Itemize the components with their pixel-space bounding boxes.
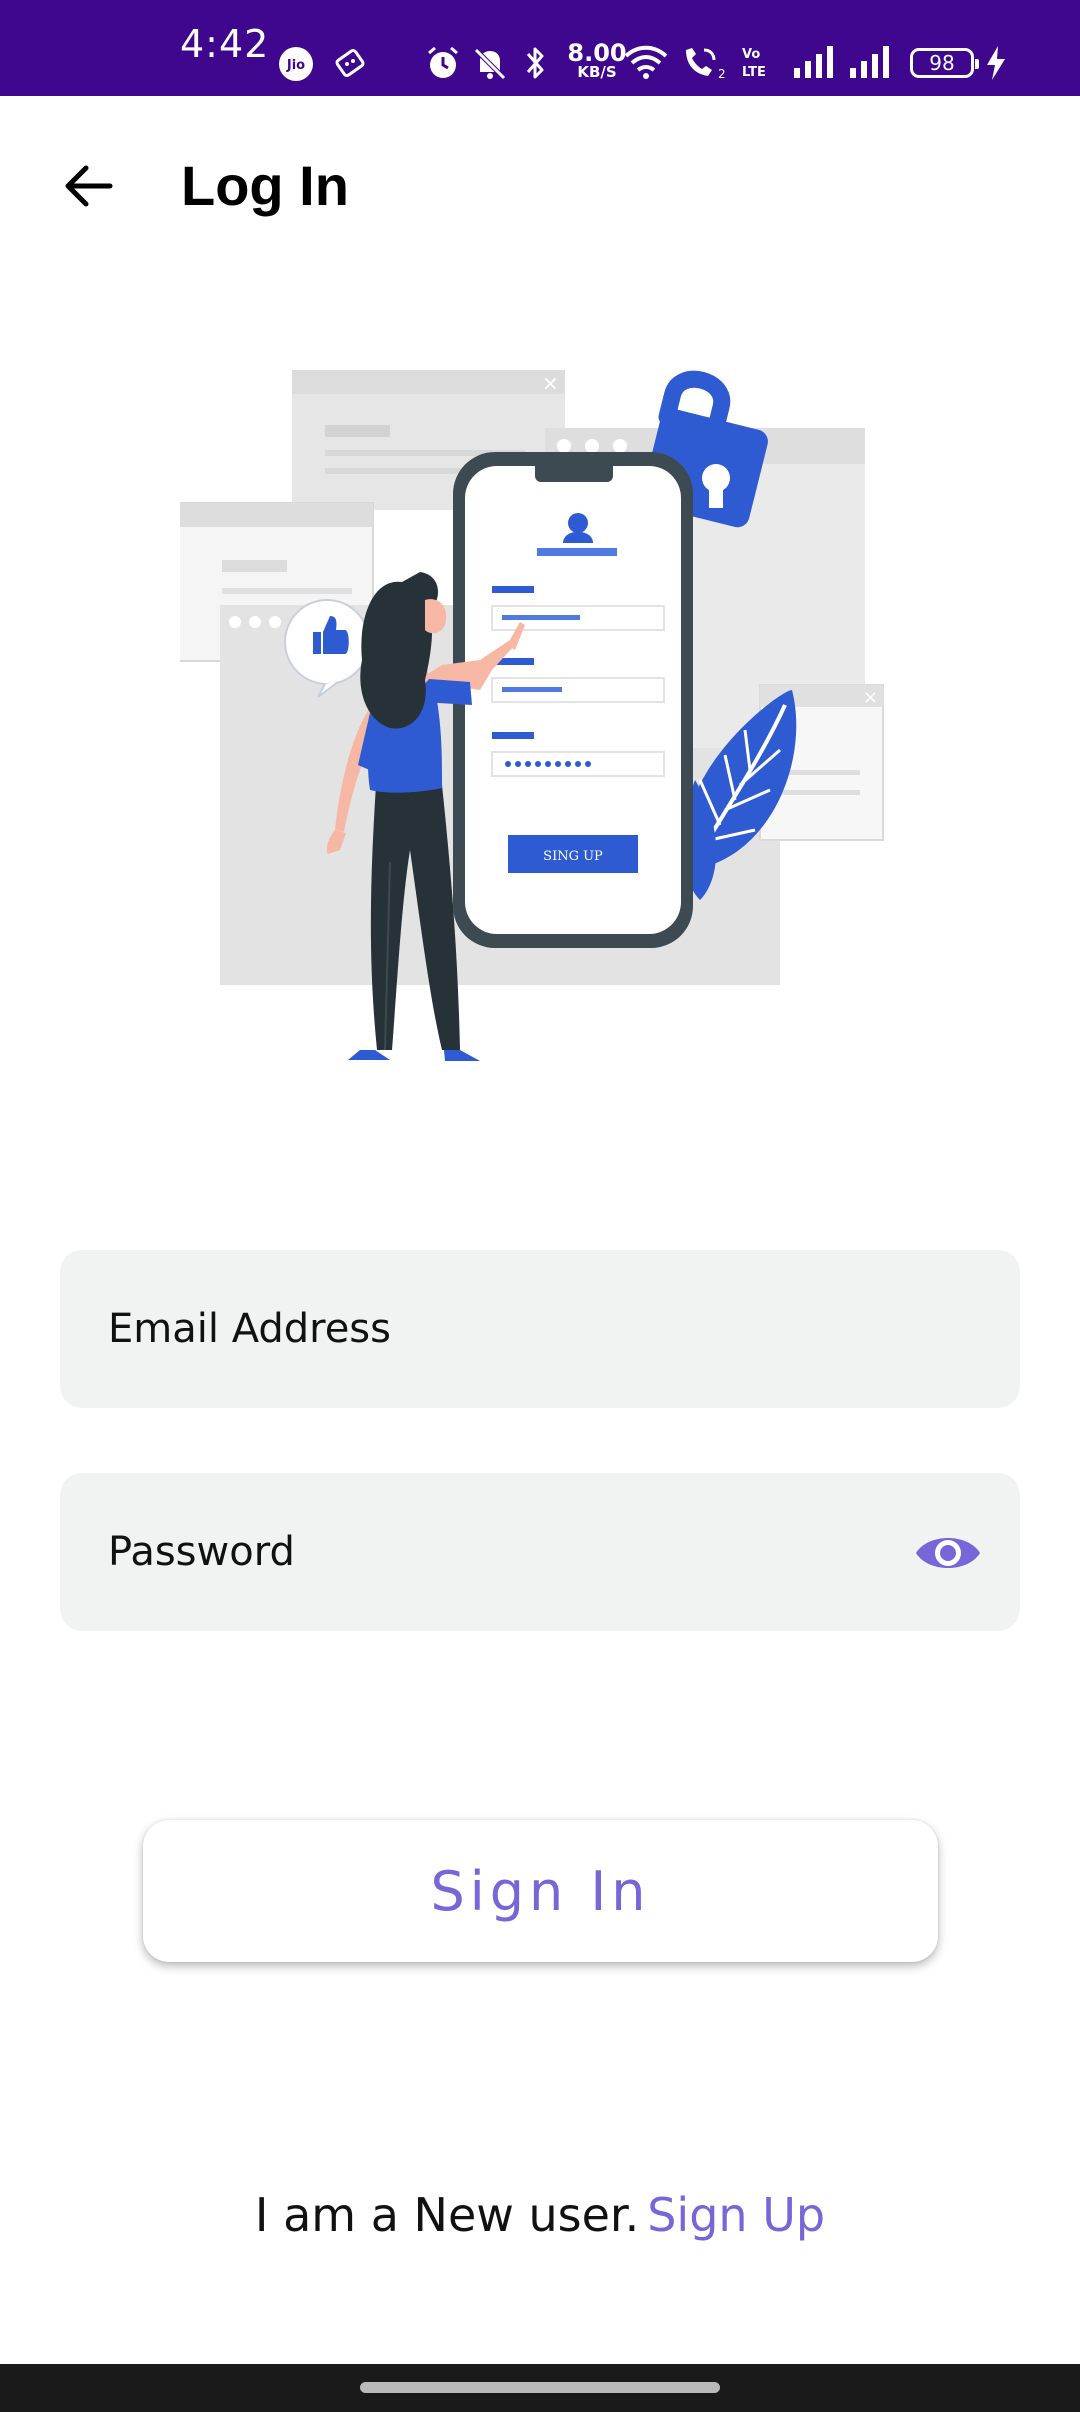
phone-signup-label: SING UP: [543, 849, 603, 864]
home-indicator[interactable]: [360, 2382, 720, 2393]
signal-icon: [850, 46, 889, 78]
net-speed: 8.00 KB/S: [566, 39, 628, 79]
arrow-left-icon[interactable]: [58, 152, 122, 216]
svg-text:×: ×: [542, 371, 559, 395]
volte-icon: Vo LTE: [742, 47, 766, 80]
wifi-calling-icon: 2: [686, 48, 726, 81]
signup-prompt-line: I am a New user. Sign Up: [0, 2180, 1080, 2250]
battery-level: 98: [929, 51, 955, 75]
signup-prompt-text: I am a New user.: [254, 2188, 640, 2242]
svg-text:Vo: Vo: [742, 47, 760, 62]
battery-icon: 98: [910, 48, 979, 78]
bluetooth-icon: [526, 47, 544, 79]
wifi-icon: [624, 45, 668, 79]
mute-icon: [474, 48, 506, 80]
email-field[interactable]: [60, 1250, 1020, 1408]
svg-text:LTE: LTE: [742, 65, 766, 80]
sign-up-link[interactable]: Sign Up: [647, 2188, 825, 2242]
svg-text:Jio: Jio: [286, 58, 305, 73]
jio-icon: Jio: [279, 47, 313, 81]
sign-in-button[interactable]: Sign In: [143, 1820, 938, 1962]
svg-text:×: ×: [863, 687, 878, 708]
alarm-icon: [428, 46, 458, 78]
status-time: 4:42: [180, 22, 270, 66]
net-speed-value: 8.00: [567, 39, 627, 67]
charging-icon: [987, 46, 1005, 80]
signal-icon: [794, 46, 833, 78]
navigation-bar: [0, 2364, 1080, 2412]
password-field[interactable]: [60, 1473, 1020, 1631]
eye-icon[interactable]: [912, 1517, 984, 1589]
svg-text:2: 2: [718, 67, 726, 81]
email-input[interactable]: [108, 1250, 928, 1408]
status-bar: 4:42 Jio 8.00 KB/S 2 Vo LTE 98: [0, 0, 1080, 96]
login-illustration: × × SING UP: [180, 370, 884, 1061]
password-input[interactable]: [108, 1473, 928, 1631]
sim-icon: [335, 48, 365, 78]
page-title: Log In: [181, 154, 349, 217]
